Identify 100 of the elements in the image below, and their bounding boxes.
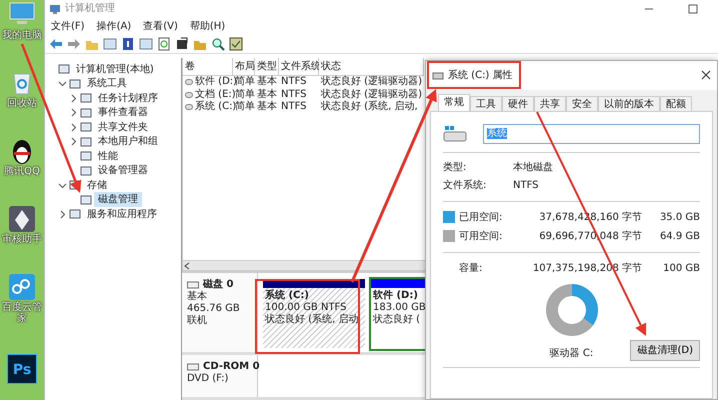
- partition-status: 状态良好 (系统, 启动: [265, 314, 360, 326]
- table-cell-text: 基本: [256, 76, 278, 88]
- disk-detail: 联机: [187, 315, 208, 327]
- disk-name: 磁盘 0: [203, 279, 234, 290]
- properties-icon[interactable]: [229, 36, 243, 51]
- chevron-down-icon[interactable]: [58, 180, 67, 190]
- property-value: 本地磁盘: [513, 160, 554, 176]
- volume-name[interactable]: 软件 (D:): [195, 76, 238, 88]
- drive-label: 驱动器 C:: [550, 346, 594, 361]
- panel-icon[interactable]: [139, 36, 153, 51]
- table-cell-text: 基本: [256, 101, 278, 114]
- window-app-icon: [49, 2, 61, 15]
- tab[interactable]: 安全: [566, 96, 598, 111]
- dialog-title: 系统 (C:) 属性: [448, 68, 513, 83]
- tree-item[interactable]: 系统工具: [83, 76, 131, 92]
- tree-item[interactable]: 计算机管理(本地): [72, 62, 158, 77]
- menu-item[interactable]: 查看(V): [143, 18, 178, 34]
- chevron-right-icon[interactable]: [58, 210, 67, 219]
- space-size: 35.0 GB: [658, 210, 700, 225]
- tree-item[interactable]: 磁盘管理: [94, 192, 142, 208]
- ps-logo-icon[interactable]: Ps: [7, 354, 37, 384]
- pen-nib-icon[interactable]: [7, 204, 37, 234]
- partition-name: 软件 (D:): [373, 290, 419, 302]
- tree-item[interactable]: 存储: [83, 178, 111, 193]
- refresh-icon[interactable]: [157, 36, 171, 51]
- partition-size: 183.00 GB: [373, 302, 427, 314]
- space-size: 64.9 GB: [658, 230, 700, 244]
- tree-item[interactable]: 本地用户和组: [94, 134, 162, 150]
- console-icon: [80, 106, 92, 119]
- volume-name[interactable]: 文档 (E:): [195, 88, 236, 101]
- tab[interactable]: 共享: [534, 96, 566, 111]
- maximize-icon[interactable]: [688, 4, 698, 14]
- tree-item[interactable]: 事件查看器: [94, 105, 152, 120]
- chevron-right-icon[interactable]: [69, 122, 78, 132]
- partition-size: 100.00 GB NTFS: [265, 302, 348, 314]
- table-cell-text: 状态良好 (系统, 启动,: [320, 101, 419, 114]
- back-arrow-icon[interactable]: [49, 36, 63, 51]
- disk-drive-icon: [187, 281, 199, 289]
- table-cell-text: NTFS: [280, 76, 308, 88]
- tab[interactable]: 以前的版本: [598, 96, 660, 111]
- disk-detail: 基本: [187, 291, 208, 303]
- console-icon: [69, 78, 81, 90]
- chevron-right-icon[interactable]: [69, 94, 78, 103]
- search-icon[interactable]: [211, 36, 225, 51]
- volume-name[interactable]: 系统 (C:): [195, 101, 236, 114]
- forward-arrow-icon[interactable]: [67, 36, 81, 51]
- column-header[interactable]: 类型: [255, 58, 279, 76]
- property-label: 文件系统:: [443, 178, 488, 194]
- property-label: 类型:: [443, 160, 468, 176]
- window-title: 计算机管理: [65, 2, 115, 16]
- console-icon: [80, 164, 92, 177]
- tab[interactable]: 配额: [660, 96, 692, 111]
- optical-drive-icon: [187, 363, 199, 371]
- tree-item[interactable]: 任务计划程序: [94, 90, 162, 106]
- menu-item[interactable]: 帮助(H): [190, 18, 226, 34]
- tree-item[interactable]: 设备管理器: [94, 163, 152, 178]
- cloud-icon[interactable]: [7, 272, 37, 302]
- column-header[interactable]: 卷: [183, 58, 233, 76]
- column-header[interactable]: 布局: [233, 58, 255, 76]
- capacity-label: 容量:: [459, 262, 484, 276]
- property-value: NTFS: [513, 179, 540, 194]
- table-cell-text: 状态良好 (逻辑驱动器): [320, 76, 423, 88]
- help-icon[interactable]: [121, 36, 135, 51]
- console-icon: [80, 121, 92, 134]
- console-icon: [80, 194, 92, 206]
- menu-item[interactable]: 文件(F): [51, 18, 85, 34]
- capacity-size: 100 GB: [662, 262, 700, 276]
- table-cell-text: 状态良好 (逻辑驱动器): [320, 88, 423, 100]
- tree-item[interactable]: 性能: [94, 148, 122, 164]
- panel-icon[interactable]: [103, 36, 117, 51]
- tab[interactable]: 硬件: [502, 96, 534, 111]
- partition-status: 状态良好 (: [373, 314, 422, 326]
- tree-item[interactable]: 共享文件夹: [94, 120, 152, 135]
- menu-item[interactable]: 操作(A): [96, 18, 132, 34]
- scroll-left-icon[interactable]: [183, 262, 191, 270]
- drive-icon: [443, 126, 467, 142]
- table-cell-text: NTFS: [280, 101, 308, 114]
- console-icon: [58, 63, 70, 76]
- table-cell-text: NTFS: [280, 88, 308, 101]
- table-cell-text: 基本: [256, 88, 278, 100]
- chevron-down-icon[interactable]: [58, 79, 67, 88]
- disk-detail: DVD (F:): [187, 373, 230, 385]
- close-icon[interactable]: [701, 70, 711, 80]
- column-header[interactable]: 状态: [319, 58, 424, 76]
- chevron-right-icon[interactable]: [69, 137, 78, 146]
- disk-name: CD-ROM 0: [203, 361, 260, 373]
- chevron-right-icon[interactable]: [69, 108, 78, 118]
- tree-item[interactable]: 服务和应用程序: [83, 206, 161, 222]
- space-label: 可用空间:: [459, 230, 504, 244]
- console-icon: [80, 92, 92, 104]
- console-icon: [80, 136, 92, 148]
- disk-cleanup-button[interactable]: 磁盘清理(D): [630, 340, 700, 361]
- console-icon: [80, 150, 92, 162]
- disk-detail: 465.76 GB: [187, 303, 241, 314]
- export-icon[interactable]: [175, 36, 189, 51]
- drive-icon: [432, 70, 444, 80]
- space-label: 已用空间:: [459, 210, 504, 225]
- tab[interactable]: 常规: [438, 94, 470, 111]
- tab[interactable]: 工具: [470, 96, 502, 111]
- partition-name: 系统 (C:): [265, 290, 310, 302]
